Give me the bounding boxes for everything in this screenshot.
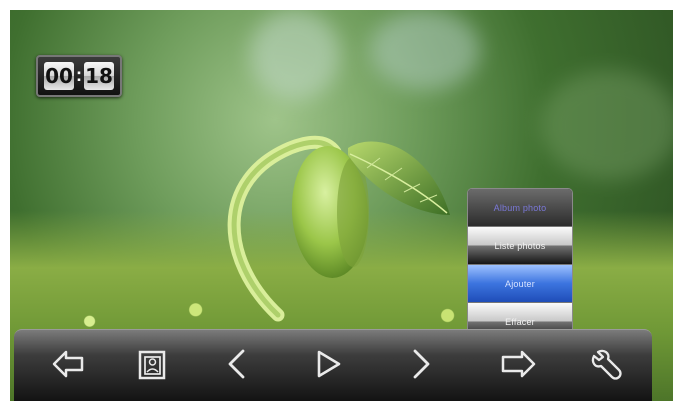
export-button[interactable] — [496, 342, 540, 386]
photo-album-menu[interactable]: Album photo Liste photos Ajouter Effacer — [467, 188, 573, 336]
menu-title-album-photo: Album photo — [468, 189, 572, 227]
timer-seconds: 18 — [84, 62, 114, 90]
play-button[interactable] — [306, 342, 350, 386]
timer-separator: : — [76, 64, 82, 85]
previous-button[interactable] — [216, 342, 260, 386]
slideshow-timer: 00 : 18 — [36, 55, 122, 97]
chevron-left-icon — [228, 349, 245, 379]
export-arrow-icon — [501, 350, 536, 378]
chevron-right-icon — [413, 349, 430, 379]
wrench-icon — [591, 349, 622, 380]
photo-frame-icon — [138, 350, 166, 380]
back-button[interactable] — [46, 342, 90, 386]
timer-minutes: 00 — [44, 62, 74, 90]
next-button[interactable] — [398, 342, 442, 386]
playback-toolbar — [14, 329, 652, 401]
menu-item-liste-photos[interactable]: Liste photos — [468, 227, 572, 265]
play-icon — [317, 350, 341, 378]
back-arrow-icon — [52, 350, 84, 378]
settings-button[interactable] — [586, 342, 630, 386]
photo-frame-button[interactable] — [130, 342, 174, 386]
menu-item-ajouter[interactable]: Ajouter — [468, 265, 572, 303]
